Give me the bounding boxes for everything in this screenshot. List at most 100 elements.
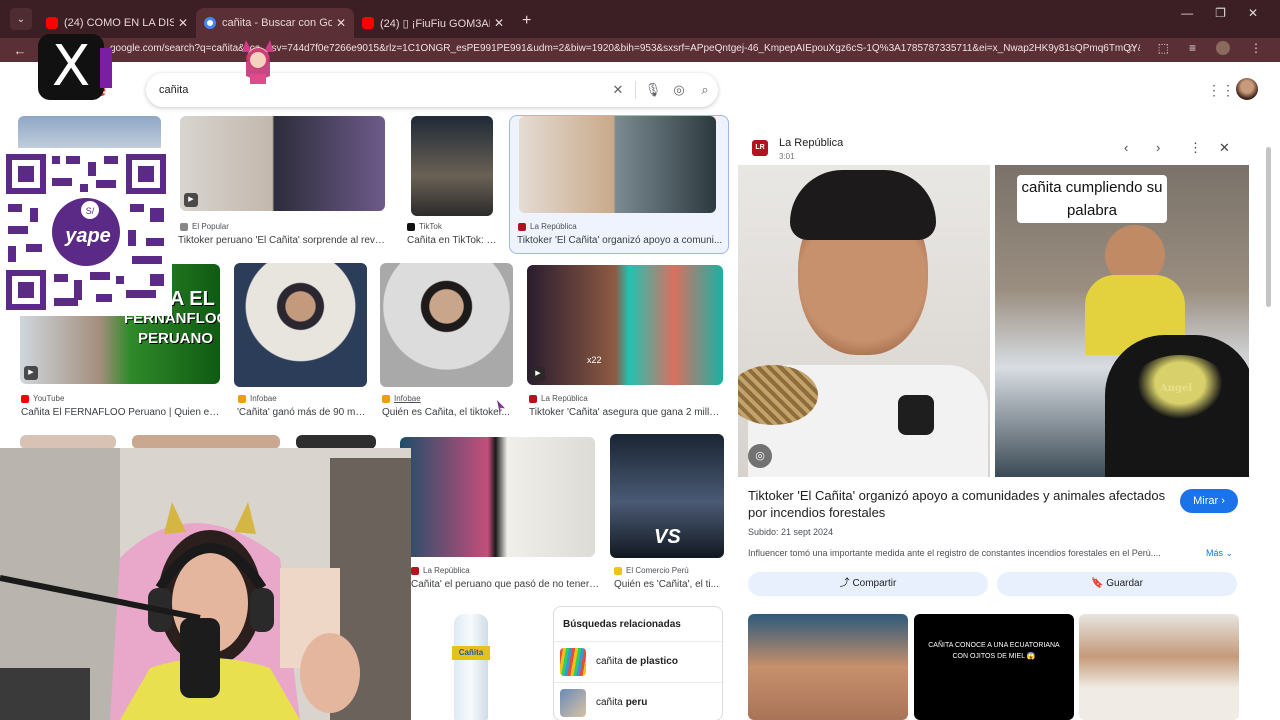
next-arrow-icon[interactable]: › [1156,140,1160,155]
tab-search-dropdown[interactable]: ⌄ [10,8,32,30]
related-prefix: cañita [596,656,623,667]
screen: { "browser": { "tabs": [ {"title": "(24)… [0,0,1280,720]
youtube-icon [46,17,58,29]
hair-shape [790,170,936,240]
catgirl-avatar-icon [242,40,274,84]
save-button[interactable]: 🔖 Guardar [997,572,1237,596]
result-image[interactable]: x22 ▶ [527,265,723,385]
toolbar-icons: ☆ ⬚ ≡ ⋮ [1127,41,1262,55]
clear-icon[interactable]: ✕ [605,82,631,98]
close-tab-icon[interactable]: ✕ [336,16,346,30]
lens-icon[interactable]: ◎ [748,444,772,468]
close-tab-icon[interactable]: ✕ [494,16,504,30]
related-image[interactable] [1079,614,1239,720]
result-caption[interactable]: Cañita en TikTok: R... [407,235,500,246]
share-button[interactable]: ⤴ Compartir [748,572,988,596]
result-caption[interactable]: Cañita El FERNAFLOO Peruano | Quien es .… [21,407,221,418]
play-icon: ▶ [184,193,198,207]
brand-accent [100,48,112,88]
result-image[interactable] [380,263,513,387]
search-box[interactable]: cañita ✕ 🎙 ◎ ⌕ [146,73,718,107]
preview-image-right[interactable]: cañita cumpliendo su palabra Angel [995,165,1249,477]
related-prefix: cañita [596,697,623,708]
result-image[interactable] [18,116,161,152]
result-caption[interactable]: Quién es 'Cañita', el ti... [614,579,722,590]
result-caption[interactable]: 'Cañita' ganó más de 90 mil... [237,407,367,418]
tab-title: (24) ▯ ¡FiuFiu GOM3ARÁ a Side [380,17,490,30]
avatar[interactable] [1236,78,1258,100]
minimize-icon[interactable]: — [1181,6,1193,20]
result-image[interactable] [234,263,367,387]
svg-text:S/: S/ [86,206,95,216]
result-title[interactable]: Tiktoker 'El Cañita' organizó apoyo a co… [748,487,1168,521]
thumb-overlay-text: VS [654,526,681,548]
result-image[interactable]: VS [610,434,724,558]
google-icon [204,17,216,29]
extensions-icon[interactable]: ⬚ [1158,41,1169,55]
restore-icon[interactable]: ❐ [1215,6,1226,20]
source-name: Infobae [394,394,421,403]
bottle-image [454,614,488,720]
tab-3[interactable]: (24) ▯ ¡FiuFiu GOM3ARÁ a Side ✕ [354,8,512,38]
youtube-icon [21,394,29,403]
result-image[interactable] [132,435,280,449]
preview-image-left[interactable]: ◎ [738,165,990,477]
result-image[interactable] [296,435,376,449]
more-button[interactable]: Más ⌄ [1206,548,1233,559]
source-name: TikTok [419,222,442,231]
play-icon: ▶ [531,367,545,381]
browser-tab-bar: ⌄ (24) COMO EN LA DISCO 2026 ✕ cañita - … [0,0,1280,38]
source-name: El Comercio Perú [626,566,689,575]
share-label: Compartir [852,578,897,589]
scrollbar-thumb[interactable] [1266,147,1271,307]
tab-2[interactable]: cañita - Buscar con Google ✕ [196,8,354,38]
visit-button[interactable]: Mirar › [1180,489,1238,513]
source-favicon [382,394,390,403]
result-image[interactable]: Cañita [418,606,530,720]
source-name[interactable]: La República [779,137,843,149]
bookmark-star-icon[interactable]: ☆ [1127,41,1138,55]
new-tab-button[interactable]: + [522,12,531,30]
search-input[interactable]: cañita [159,84,605,96]
previous-arrow-icon[interactable]: ‹ [1124,140,1128,155]
result-caption[interactable]: Tiktoker 'Cañita' asegura que gana 2 mil… [529,407,723,418]
thumb-overlay-text: PERUANO [138,330,214,347]
result-image[interactable] [20,435,116,449]
tiktok-icon [407,222,415,231]
related-item[interactable]: cañita de plastico [554,641,724,681]
related-image[interactable] [748,614,908,720]
microphone-icon[interactable]: 🎙 [640,82,666,98]
streamer-video [0,448,411,720]
result-caption[interactable]: Quién es Cañita, el tiktoker... [382,407,510,418]
close-tab-icon[interactable]: ✕ [178,16,188,30]
source-favicon [529,394,537,403]
close-window-icon[interactable]: ✕ [1248,6,1258,20]
more-label: Más [1206,548,1224,558]
close-panel-icon[interactable]: ✕ [1219,140,1230,156]
qr-brand-text: yape [64,225,111,247]
profile-avatar[interactable] [1216,41,1230,55]
back-arrow-icon[interactable]: ← [0,43,40,58]
menu-icon[interactable]: ⋮ [1250,41,1262,55]
source-logo: LR [752,140,768,156]
media-icon[interactable]: ≡ [1189,41,1196,55]
visit-label: Mirar [1193,495,1219,507]
result-caption[interactable]: Tiktoker peruano 'El Cañita' sorprende a… [178,235,390,246]
result-caption[interactable]: Tiktoker 'El Cañita' organizó apoyo a co… [517,235,723,246]
result-caption[interactable]: Cañita' el peruano que pasó de no tener … [411,579,601,590]
result-image[interactable] [519,116,716,213]
watch-shape [898,395,934,435]
apps-grid-icon[interactable]: ⋮⋮ [1207,82,1235,99]
result-image[interactable]: ▶ [180,116,385,211]
related-item[interactable]: cañita peru [554,682,724,720]
lens-icon[interactable]: ◎ [666,82,692,98]
image-overlay-text: cañita cumpliendo su palabra [1017,175,1167,223]
related-image[interactable]: CAÑITA CONOCE A UNA ECUATORIANA CON OJIT… [914,614,1074,720]
search-icon[interactable]: ⌕ [692,82,718,98]
result-image[interactable] [400,437,595,557]
tab-title: cañita - Buscar con Google [222,17,332,29]
more-options-icon[interactable]: ⋮ [1189,140,1202,156]
source-name: La República [541,394,588,403]
play-icon: ▶ [24,366,38,380]
result-image[interactable] [411,116,493,216]
